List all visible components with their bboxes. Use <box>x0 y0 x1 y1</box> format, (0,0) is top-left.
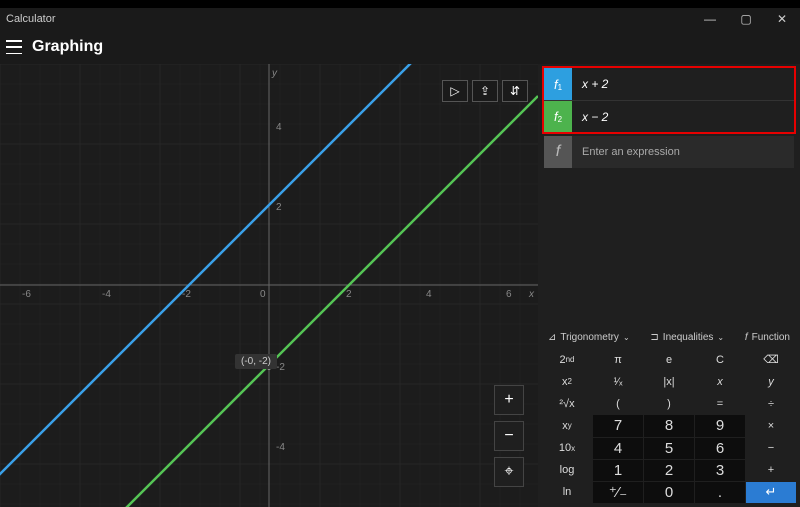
graph-options[interactable]: ⇵ <box>502 80 528 102</box>
entry-badge: f <box>544 136 572 168</box>
key-2[interactable]: 2 <box>644 460 694 481</box>
key-10[interactable]: 10x <box>542 438 592 459</box>
trace-tool[interactable]: ▷ <box>442 80 468 102</box>
key-|x|[interactable]: |x| <box>644 371 694 392</box>
key-=[interactable]: = <box>695 393 745 414</box>
zoom-fit-button[interactable]: ⌖ <box>494 457 524 487</box>
key-ln[interactable]: ln <box>542 482 592 503</box>
key-7[interactable]: 7 <box>593 415 643 436</box>
tick: 0 <box>260 289 266 300</box>
tick: 2 <box>346 289 352 300</box>
trace-tooltip: (-0, -2) <box>235 354 277 369</box>
tick: 2 <box>276 202 282 213</box>
header: Graphing <box>0 30 800 64</box>
key-²√x[interactable]: ²√x <box>542 393 592 414</box>
key-8[interactable]: 8 <box>644 415 694 436</box>
equation-list: f1 x + 2 f2 x − 2 <box>542 66 796 134</box>
chevron-down-icon: ⌄ <box>623 333 630 342</box>
minimize-button[interactable]: — <box>692 8 728 30</box>
graph-canvas[interactable]: y x -6 -4 -2 0 2 4 6 4 2 -2 -4 (-0, -2) … <box>0 64 538 507</box>
key-C[interactable]: C <box>695 349 745 370</box>
key-.[interactable]: . <box>695 482 745 503</box>
equation-expr-2: x − 2 <box>572 110 608 124</box>
mode-title: Graphing <box>32 38 103 56</box>
tick: -4 <box>102 289 111 300</box>
key-4[interactable]: 4 <box>593 438 643 459</box>
key-x[interactable]: x <box>695 371 745 392</box>
tick: 6 <box>506 289 512 300</box>
key-3[interactable]: 3 <box>695 460 745 481</box>
key-÷[interactable]: ÷ <box>746 393 796 414</box>
titlebar: Calculator — ▢ ✕ <box>0 8 800 30</box>
key-2[interactable]: 2nd <box>542 349 592 370</box>
key-([interactable]: ( <box>593 393 643 414</box>
chevron-down-icon: ⌄ <box>717 333 724 342</box>
maximize-button[interactable]: ▢ <box>728 8 764 30</box>
key-−[interactable]: − <box>746 438 796 459</box>
key-5[interactable]: 5 <box>644 438 694 459</box>
key-log[interactable]: log <box>542 460 592 481</box>
key-↵[interactable]: ↵ <box>746 482 796 503</box>
key-1[interactable]: 1 <box>593 460 643 481</box>
tick: 4 <box>426 289 432 300</box>
tick: -6 <box>22 289 31 300</box>
equation-badge-2: f2 <box>544 101 572 132</box>
x-axis-label: x <box>529 289 534 300</box>
tick: -4 <box>276 442 285 453</box>
app-title: Calculator <box>6 13 56 25</box>
key-y[interactable]: y <box>746 371 796 392</box>
equation-badge-1: f1 <box>544 68 572 100</box>
tab-func[interactable]: f Function <box>741 330 794 345</box>
key-+[interactable]: + <box>746 460 796 481</box>
keypad-tabs: ⊿ Trigonometry ⌄ ⊐ Inequalities ⌄ f Func… <box>538 322 800 349</box>
key-×[interactable]: × <box>746 415 796 436</box>
plot-svg <box>0 64 538 507</box>
key-x[interactable]: x2 <box>542 371 592 392</box>
key-⌫[interactable]: ⌫ <box>746 349 796 370</box>
key-6[interactable]: 6 <box>695 438 745 459</box>
close-button[interactable]: ✕ <box>764 8 800 30</box>
equation-row-1[interactable]: f1 x + 2 <box>544 68 794 100</box>
key-)[interactable]: ) <box>644 393 694 414</box>
key-0[interactable]: 0 <box>644 482 694 503</box>
key-x[interactable]: xy <box>542 415 592 436</box>
zoom-out-button[interactable]: − <box>494 421 524 451</box>
equation-expr-1: x + 2 <box>572 77 608 91</box>
tab-ineq[interactable]: ⊐ Inequalities ⌄ <box>646 330 728 345</box>
tick: -2 <box>276 362 285 373</box>
key-π[interactable]: π <box>593 349 643 370</box>
key-⁺⁄₋[interactable]: ⁺⁄₋ <box>593 482 643 503</box>
tick: 4 <box>276 122 282 133</box>
key-e[interactable]: e <box>644 349 694 370</box>
tick: -2 <box>182 289 191 300</box>
tab-trig[interactable]: ⊿ Trigonometry ⌄ <box>544 330 634 345</box>
entry-placeholder: Enter an expression <box>572 146 680 158</box>
menu-icon[interactable] <box>6 40 22 54</box>
share-tool[interactable]: ⇪ <box>472 80 498 102</box>
equation-row-2[interactable]: f2 x − 2 <box>544 100 794 132</box>
equation-entry[interactable]: f Enter an expression <box>544 136 794 168</box>
key-9[interactable]: 9 <box>695 415 745 436</box>
keypad: 2ndπeC⌫x2¹⁄ₓ|x|xy²√x()=÷xy789×10x456−log… <box>538 349 800 507</box>
zoom-in-button[interactable]: + <box>494 385 524 415</box>
key-¹⁄ₓ[interactable]: ¹⁄ₓ <box>593 371 643 392</box>
y-axis-label: y <box>272 68 277 79</box>
